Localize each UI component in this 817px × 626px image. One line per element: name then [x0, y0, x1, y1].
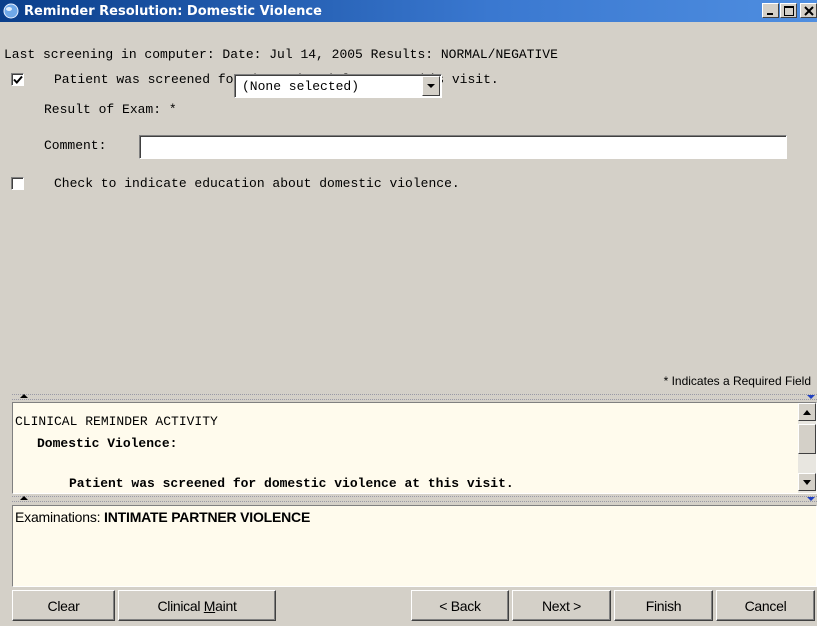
dropdown-button[interactable]	[422, 76, 440, 96]
finish-label: Finish	[645, 597, 682, 614]
title-bar[interactable]: Reminder Resolution: Domestic Violence	[0, 0, 817, 22]
result-of-exam-select[interactable]: (None selected)	[234, 74, 442, 98]
close-button[interactable]	[800, 3, 817, 18]
arrow-up-icon	[803, 409, 811, 415]
minimize-button[interactable]	[762, 3, 779, 18]
cancel-label: Cancel	[744, 597, 787, 614]
window-title: Reminder Resolution: Domestic Violence	[24, 3, 322, 19]
maximize-icon	[783, 5, 794, 16]
activity-scrollbar[interactable]	[798, 403, 816, 493]
scroll-down-button[interactable]	[798, 473, 816, 491]
reminder-activity-pane[interactable]: CLINICAL REMINDER ACTIVITY Domestic Viol…	[12, 402, 817, 494]
education-label: Check to indicate education about domest…	[54, 176, 460, 191]
maximize-button[interactable]	[780, 3, 797, 18]
pane-splitter-bottom[interactable]	[12, 496, 817, 502]
clinical-maint-label: Clinical Maint	[157, 597, 237, 614]
summary-pane: Examinations: INTIMATE PARTNER VIOLENCE	[12, 505, 817, 587]
splitter-up-arrow-icon	[20, 496, 28, 500]
pane-splitter-top[interactable]	[12, 394, 817, 400]
scroll-thumb[interactable]	[798, 424, 816, 454]
screened-checkbox[interactable]	[11, 73, 24, 86]
activity-detail: Patient was screened for domestic violen…	[69, 476, 514, 491]
splitter-down-arrow-icon	[807, 497, 815, 501]
summary-label: Examinations:	[15, 509, 101, 525]
finish-button[interactable]: Finish	[614, 590, 713, 621]
clear-label: Clear	[47, 597, 80, 614]
result-of-exam-label: Result of Exam: *	[44, 102, 177, 117]
arrow-down-icon	[803, 479, 811, 485]
comment-field[interactable]	[139, 135, 787, 159]
cancel-button[interactable]: Cancel	[716, 590, 815, 621]
summary-line: Examinations: INTIMATE PARTNER VIOLENCE	[15, 509, 310, 525]
minimize-icon	[767, 13, 773, 15]
close-icon	[803, 5, 814, 16]
next-button[interactable]: Next >	[512, 590, 611, 621]
app-globe-icon	[3, 3, 19, 19]
education-checkbox[interactable]	[11, 177, 24, 190]
checkmark-icon	[13, 75, 23, 84]
comment-label: Comment:	[44, 138, 107, 153]
dialog-form: Last screening in computer: Date: Jul 14…	[0, 22, 817, 392]
clear-button[interactable]: Clear	[12, 590, 115, 621]
required-field-note: * Indicates a Required Field	[663, 374, 811, 388]
result-of-exam-value: (None selected)	[242, 79, 360, 94]
back-button[interactable]: < Back	[411, 590, 509, 621]
back-label: < Back	[439, 597, 481, 614]
clinical-maint-button[interactable]: Clinical Maint	[118, 590, 276, 621]
splitter-up-arrow-icon	[20, 394, 28, 398]
scroll-up-button[interactable]	[798, 403, 816, 421]
chevron-down-icon	[427, 83, 435, 88]
last-screening-text: Last screening in computer: Date: Jul 14…	[4, 47, 558, 62]
activity-subheading: Domestic Violence:	[37, 436, 178, 451]
summary-value: INTIMATE PARTNER VIOLENCE	[104, 509, 311, 525]
activity-heading: CLINICAL REMINDER ACTIVITY	[15, 414, 218, 429]
splitter-down-arrow-icon	[807, 395, 815, 399]
next-label: Next >	[541, 597, 582, 614]
